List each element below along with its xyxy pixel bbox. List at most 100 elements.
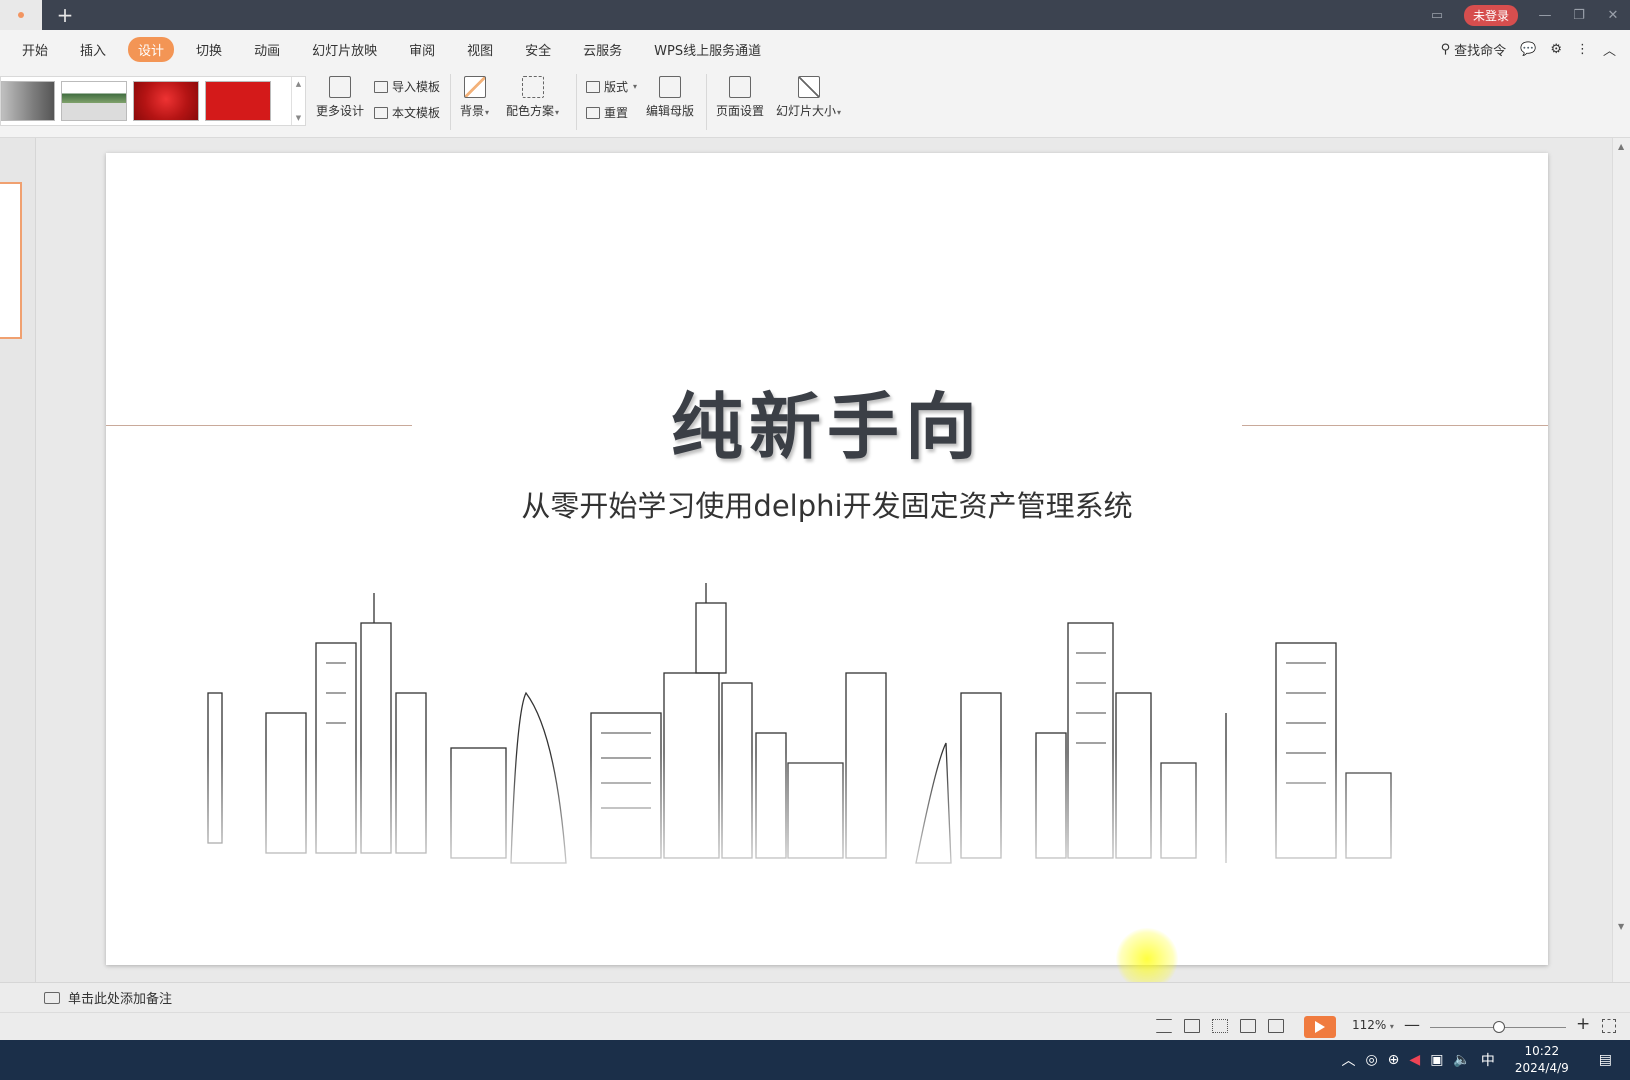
scroll-down-icon[interactable]: ▼ [1618, 922, 1624, 931]
display-icon[interactable]: ▣ [1430, 1052, 1443, 1068]
this-template-button[interactable]: 本文模板 [374, 104, 440, 121]
menu-item-wps-online[interactable]: WPS线上服务通道 [644, 37, 771, 62]
page-setup-button[interactable]: 页面设置 [716, 76, 764, 119]
menu-bar: 开始 插入 设计 切换 动画 幻灯片放映 审阅 视图 安全 云服务 WPS线上服… [0, 30, 1630, 68]
menu-item-design[interactable]: 设计 [128, 36, 175, 62]
menu-item-start[interactable]: 开始 [12, 37, 58, 62]
menu-item-insert[interactable]: 插入 [70, 37, 116, 62]
play-icon [1315, 1021, 1325, 1033]
slide-thumbnail-1[interactable] [0, 182, 22, 339]
volume-icon[interactable]: 🔈 [1453, 1052, 1470, 1068]
slide-workspace: 纯新手向 从零开始学习使用delphi开发固定资产管理系统 [36, 138, 1612, 990]
ribbon-divider [706, 74, 707, 130]
slide-subtitle[interactable]: 从零开始学习使用delphi开发固定资产管理系统 [106, 483, 1548, 525]
fit-window-icon[interactable] [1602, 1019, 1616, 1033]
template-thumb-2[interactable] [61, 81, 127, 121]
this-template-icon [374, 106, 388, 119]
clock[interactable]: 10:22 2024/4/9 [1515, 1043, 1569, 1077]
reading-view-icon[interactable] [1240, 1019, 1256, 1033]
notes-toggle-icon[interactable] [1156, 1019, 1172, 1033]
menu-item-cloud[interactable]: 云服务 [573, 37, 632, 62]
notification-icon[interactable]: ▤ [1599, 1052, 1612, 1068]
menu-item-slideshow[interactable]: 幻灯片放映 [302, 37, 387, 62]
os-taskbar: ︿ ◎ ⊕ ◀ ▣ 🔈 中 10:22 2024/4/9 ▤ [0, 1040, 1630, 1080]
network-icon[interactable]: ◎ [1365, 1052, 1377, 1068]
menu-item-animation[interactable]: 动画 [244, 37, 290, 62]
chevron-down-icon[interactable]: ▼ [296, 114, 301, 122]
notes-bar[interactable]: 单击此处添加备注 [0, 982, 1630, 1012]
view-switcher [1156, 1019, 1284, 1033]
reset-icon [586, 106, 600, 119]
slide-canvas[interactable]: 纯新手向 从零开始学习使用delphi开发固定资产管理系统 [106, 153, 1548, 965]
new-tab-button[interactable]: + [52, 0, 78, 30]
template-thumb-3[interactable] [133, 81, 199, 121]
template-thumb-1[interactable] [1, 81, 55, 121]
template-thumb-4[interactable] [205, 81, 271, 121]
close-icon[interactable]: ✕ [1596, 0, 1630, 30]
layout-button[interactable]: 版式 ▾ [586, 78, 637, 95]
title-bar: + ▭ 未登录 — ❐ ✕ [0, 0, 1630, 30]
notes-placeholder: 单击此处添加备注 [68, 992, 173, 1007]
more-design-button[interactable]: 更多设计 [316, 76, 364, 119]
login-button[interactable]: 未登录 [1463, 4, 1518, 26]
zoom-level[interactable]: 112% ▾ [1352, 1018, 1394, 1032]
menu-item-review[interactable]: 审阅 [399, 37, 445, 62]
collapse-ribbon-icon[interactable]: ︿ [1603, 40, 1616, 59]
speaker-muted-icon[interactable]: ◀ [1409, 1052, 1420, 1068]
mouse-cursor-highlight [1116, 928, 1178, 990]
document-tab[interactable] [0, 0, 42, 30]
chevron-up-icon[interactable]: ▲ [296, 80, 301, 88]
city-skyline-illustration [176, 583, 1406, 903]
globe-icon[interactable]: ⊕ [1388, 1052, 1400, 1068]
background-button[interactable]: 背景▾ [460, 76, 489, 119]
gear-icon[interactable]: ⚙ [1550, 42, 1562, 57]
page-setup-label: 页面设置 [716, 104, 765, 118]
more-icon[interactable]: ⋮ [1576, 42, 1589, 57]
zoom-value: 112% [1352, 1018, 1387, 1032]
find-command[interactable]: ⚲ 查找命令 [1441, 40, 1507, 59]
vertical-scrollbar[interactable]: ▲ ▼ [1612, 138, 1630, 982]
system-tray: ︿ ◎ ⊕ ◀ ▣ 🔈 中 10:22 2024/4/9 ▤ [1341, 1040, 1630, 1080]
edit-master-label: 编辑母版 [646, 104, 695, 118]
reset-button[interactable]: 重置 [586, 104, 628, 121]
caret-down-icon: ▾ [485, 108, 490, 117]
caret-down-icon: ▾ [1387, 1022, 1394, 1031]
zoom-in-button[interactable]: + [1576, 1014, 1590, 1034]
ribbon-divider [450, 74, 451, 130]
template-gallery: ▲ ▼ [0, 76, 306, 126]
ime-indicator[interactable]: 中 [1481, 1050, 1495, 1070]
menu-item-security[interactable]: 安全 [515, 37, 561, 62]
edit-master-icon [659, 76, 681, 98]
restore-icon[interactable]: ❐ [1562, 0, 1596, 30]
slide-sorter-icon[interactable] [1212, 1019, 1228, 1033]
this-template-label: 本文模板 [392, 106, 441, 120]
reset-label: 重置 [604, 106, 629, 120]
background-icon [463, 76, 486, 98]
notes-icon [44, 991, 60, 1004]
menu-item-transition[interactable]: 切换 [186, 37, 232, 62]
play-slideshow-button[interactable] [1304, 1016, 1336, 1038]
presenter-view-icon[interactable] [1268, 1019, 1284, 1033]
tray-expand-icon[interactable]: ︿ [1341, 1050, 1355, 1070]
background-label: 背景 [460, 104, 485, 118]
more-design-label: 更多设计 [316, 104, 365, 118]
import-template-button[interactable]: 导入模板 [374, 78, 440, 95]
layout-toggle-icon[interactable]: ▭ [1420, 0, 1454, 30]
scroll-up-icon[interactable]: ▲ [1618, 142, 1624, 151]
zoom-out-button[interactable]: — [1404, 1015, 1420, 1034]
zoom-slider-thumb[interactable] [1493, 1021, 1505, 1033]
gallery-scroll[interactable]: ▲ ▼ [291, 77, 305, 125]
comment-icon[interactable]: 💬 [1520, 42, 1536, 57]
color-scheme-icon [521, 76, 544, 98]
edit-master-button[interactable]: 编辑母版 [646, 76, 694, 119]
caret-down-icon: ▾ [555, 108, 560, 117]
color-scheme-button[interactable]: 配色方案▾ [506, 76, 559, 119]
title-bar-controls: ▭ 未登录 — ❐ ✕ [1420, 0, 1630, 30]
slide-size-button[interactable]: 幻灯片大小▾ [776, 76, 841, 119]
menu-right-tools: ⚲ 查找命令 💬 ⚙ ⋮ ︿ [1441, 30, 1616, 68]
normal-view-icon[interactable] [1184, 1019, 1200, 1033]
menu-item-view[interactable]: 视图 [457, 37, 503, 62]
page-setup-icon [729, 76, 751, 98]
minimize-icon[interactable]: — [1528, 0, 1562, 30]
slide-title[interactable]: 纯新手向 [106, 368, 1548, 473]
